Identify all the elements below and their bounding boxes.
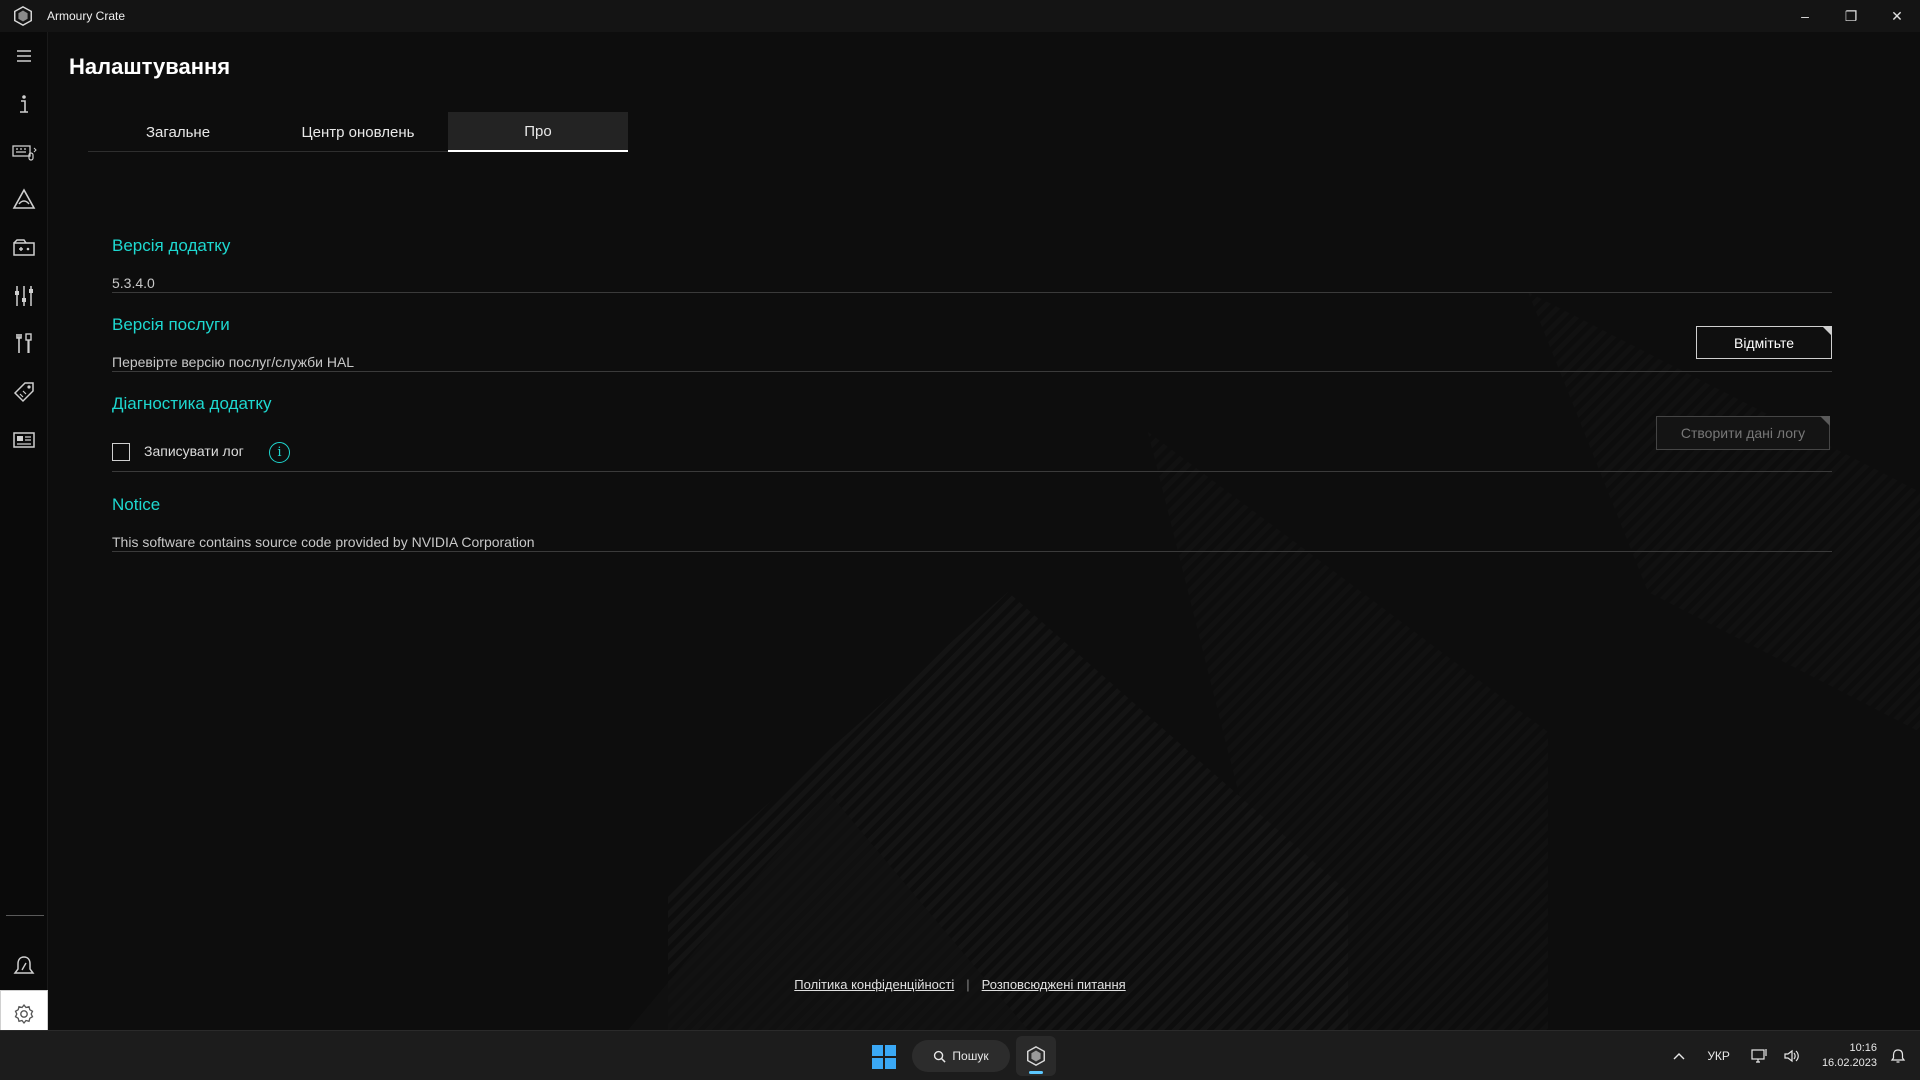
armoury-crate-taskbar-icon xyxy=(1027,1045,1045,1067)
faq-link[interactable]: Розповсюджені питання xyxy=(982,977,1126,992)
deals-icon[interactable] xyxy=(0,368,48,416)
volume-icon[interactable] xyxy=(1783,1048,1801,1064)
windows-start-icon[interactable] xyxy=(872,1045,896,1069)
system-tray: УКР 10:16 16.02.2023 xyxy=(1665,1031,1920,1080)
search-icon xyxy=(934,1050,947,1063)
armoury-crate-logo-icon xyxy=(14,5,32,27)
notice-title: Notice xyxy=(112,495,161,514)
service-version-title: Версія послуги xyxy=(112,315,230,334)
check-version-button[interactable]: Відмітьте xyxy=(1696,326,1832,359)
notification-bell-icon[interactable] xyxy=(1890,1048,1906,1064)
language-indicator[interactable]: УКР xyxy=(1707,1049,1730,1063)
aura-icon[interactable] xyxy=(0,176,48,224)
notice-text: This software contains source code provi… xyxy=(112,534,535,550)
tab-update-center[interactable]: Центр оновлень xyxy=(268,112,448,152)
taskbar: Пошук УКР 10:16 16.02.2023 xyxy=(0,1030,1920,1080)
divider xyxy=(112,551,1832,552)
device-icon[interactable] xyxy=(0,128,48,176)
create-log-button-label: Створити дані логу xyxy=(1680,425,1806,441)
restore-button[interactable]: ❐ xyxy=(1828,0,1874,32)
page-title: Налаштування xyxy=(69,54,231,79)
check-version-button-label: Відмітьте xyxy=(1733,334,1794,351)
record-log-label: Записувати лог xyxy=(144,443,244,459)
news-icon[interactable] xyxy=(0,416,48,464)
game-library-icon[interactable] xyxy=(0,224,48,272)
footer-links: Політика конфіденційності | Розповсюджен… xyxy=(0,977,1920,992)
title-bar: Armoury Crate – ❐ ✕ xyxy=(0,0,1920,32)
scenario-profiles-icon[interactable] xyxy=(0,272,48,320)
app-version-title: Версія додатку xyxy=(112,236,231,255)
taskbar-armoury-crate-app[interactable] xyxy=(1016,1036,1056,1076)
home-info-icon[interactable] xyxy=(0,80,48,128)
record-log-checkbox[interactable] xyxy=(112,443,130,461)
app-title: Armoury Crate xyxy=(47,9,126,23)
tools-icon[interactable] xyxy=(0,320,48,368)
footer-separator: | xyxy=(966,977,970,992)
create-log-button[interactable]: Створити дані логу xyxy=(1656,416,1830,450)
info-icon[interactable]: i xyxy=(269,442,290,463)
clock[interactable]: 10:16 16.02.2023 xyxy=(1822,1041,1877,1071)
chevron-up-icon[interactable] xyxy=(1672,1049,1686,1063)
divider xyxy=(112,371,1832,372)
tab-about[interactable]: Про xyxy=(448,112,628,152)
tab-bar: Загальне Центр оновлень Про xyxy=(88,112,628,152)
sidebar-separator xyxy=(6,915,44,916)
background-decoration xyxy=(628,292,1920,1030)
tab-general[interactable]: Загальне xyxy=(88,112,268,152)
network-icon[interactable] xyxy=(1751,1048,1769,1064)
app-version-value: 5.3.4.0 xyxy=(112,275,155,291)
taskbar-search-button[interactable]: Пошук xyxy=(912,1040,1010,1072)
search-label: Пошук xyxy=(952,1049,989,1063)
clock-time: 10:16 xyxy=(1849,1042,1877,1054)
menu-icon[interactable] xyxy=(0,32,48,80)
divider xyxy=(112,471,1832,472)
service-version-text: Перевірте версію послуг/служби HAL xyxy=(112,354,355,370)
sidebar xyxy=(0,32,48,1038)
privacy-policy-link[interactable]: Політика конфіденційності xyxy=(794,977,954,992)
divider xyxy=(112,292,1832,293)
close-button[interactable]: ✕ xyxy=(1874,0,1920,32)
diagnostics-title: Діагностика додатку xyxy=(112,394,272,413)
minimize-button[interactable]: – xyxy=(1782,0,1828,32)
clock-date: 16.02.2023 xyxy=(1821,1057,1877,1069)
